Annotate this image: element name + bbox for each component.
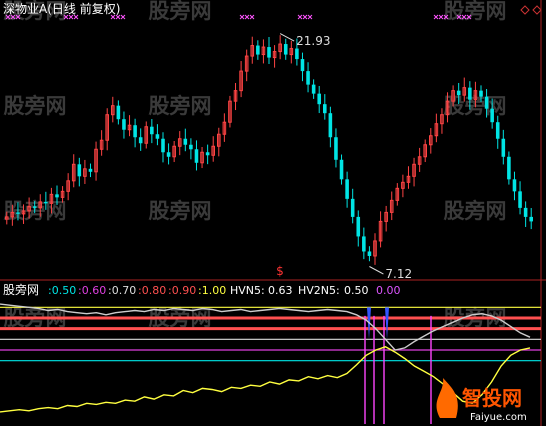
candle-body	[166, 152, 171, 157]
candle-body	[339, 159, 344, 180]
level-label: :0.90	[168, 284, 196, 297]
volume-spike	[385, 307, 389, 340]
cross-marker	[120, 14, 126, 20]
candle-body	[300, 59, 305, 72]
candle-body	[501, 138, 506, 157]
low-pointer	[369, 266, 384, 275]
high-pointer	[279, 33, 295, 42]
diamond-icon	[532, 5, 542, 15]
candle-body	[334, 137, 338, 160]
level-label: :0.70	[108, 284, 136, 297]
cross-marker	[297, 14, 303, 20]
candle-body	[55, 194, 59, 198]
candle-body	[328, 113, 333, 138]
candle-body	[88, 168, 93, 172]
candle-body	[150, 126, 154, 135]
candle-body	[32, 206, 37, 208]
candle-body	[484, 96, 489, 109]
hvn5-label: HVN5:	[230, 284, 265, 297]
candle-body	[122, 119, 126, 130]
chart-canvas: 股旁网 股旁网 股旁网股旁网 股旁网 股旁网股旁网 股旁网 股旁网股旁网 股旁网 股旁网21.9…	[0, 0, 546, 426]
logo-url: Faiyue.com	[470, 412, 527, 423]
candle-body	[350, 198, 355, 217]
candle-body	[468, 87, 472, 100]
candle-body	[138, 137, 143, 144]
level-label: :0.50	[48, 284, 76, 297]
chart-window: 股旁网 股旁网 股旁网 股旁网 股旁网 股旁网 股旁网 股旁网 股旁网 股旁网 股旁网 股旁网 21.9…	[0, 0, 546, 426]
watermark: 股旁网	[149, 199, 212, 223]
level-label: :0.80	[138, 284, 166, 297]
candle-body	[345, 179, 349, 199]
site-logo: 智投网 Faiyue.com	[436, 378, 527, 423]
flame-icon	[436, 378, 458, 418]
candle-body	[490, 108, 494, 123]
high-label: 21.93	[296, 34, 330, 48]
candle-body	[205, 152, 210, 156]
watermark: 股旁网	[4, 94, 67, 118]
candle-body	[306, 71, 310, 85]
hvn5-value: 0.63	[268, 284, 293, 297]
candle-body	[323, 104, 327, 114]
candle-body	[523, 207, 528, 217]
cross-marker	[438, 14, 444, 20]
candle-body	[317, 93, 321, 105]
cross-marker	[239, 14, 245, 20]
extra-value: 0.00	[376, 284, 401, 297]
candle-body	[367, 251, 372, 256]
cross-marker	[249, 14, 255, 20]
logo-text: 智投网	[462, 386, 522, 410]
candle-body	[116, 105, 121, 120]
cross-marker	[244, 14, 250, 20]
watermark: 股旁网	[149, 94, 212, 118]
candle-body	[161, 138, 165, 153]
candle-body	[189, 144, 193, 150]
candle-body	[311, 84, 316, 94]
candle-body	[155, 134, 160, 139]
hv2n5-label: HV2N5:	[298, 284, 340, 297]
candle-body	[518, 191, 522, 208]
candle-body	[183, 138, 188, 145]
candle-body	[529, 216, 533, 222]
candle-body	[495, 122, 500, 139]
diamond-icon	[520, 5, 530, 15]
candle-body	[283, 44, 288, 55]
cross-marker	[433, 14, 439, 20]
candle-body	[362, 236, 366, 252]
hv2n5-value: 0.50	[344, 284, 369, 297]
candle-body	[256, 45, 260, 55]
cross-marker	[302, 14, 308, 20]
candle-body	[479, 90, 483, 97]
candle-body	[295, 48, 299, 60]
stock-title: 深物业A(日线 前复权)	[3, 1, 120, 16]
candle-body	[44, 201, 48, 204]
candle-body	[16, 212, 20, 214]
cross-marker	[307, 14, 313, 20]
watermark: 股旁网	[444, 199, 507, 223]
watermark: 股旁网	[149, 0, 212, 23]
signal-mark: $	[276, 264, 284, 278]
candle-body	[507, 156, 511, 180]
candle-body	[456, 90, 461, 96]
watermark: 股旁网	[444, 0, 507, 23]
candle-body	[77, 164, 82, 177]
low-label: 7.12	[385, 267, 412, 281]
candle-body	[267, 47, 271, 58]
candle-body	[133, 125, 137, 138]
candle-body	[194, 149, 199, 163]
level-label: :0.60	[78, 284, 106, 297]
indicator-name: 股旁网	[3, 282, 39, 297]
candle-body	[356, 216, 361, 237]
candle-body	[512, 179, 517, 192]
level-label: :1.00	[198, 284, 226, 297]
